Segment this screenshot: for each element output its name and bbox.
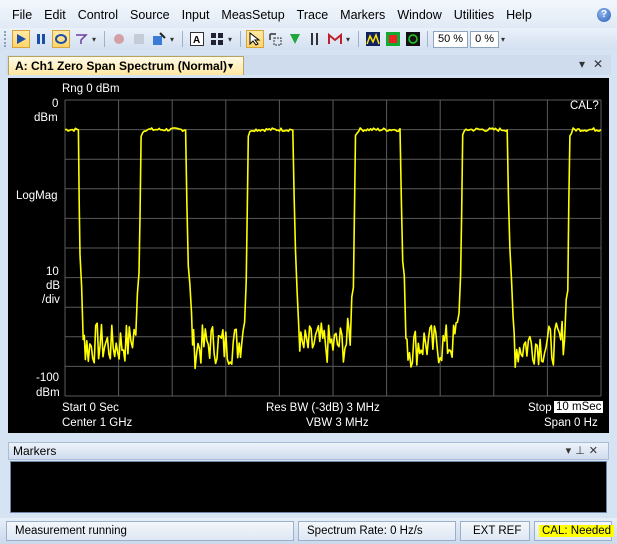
svg-text:A: A: [193, 35, 200, 46]
layout-grid-icon[interactable]: [208, 30, 226, 48]
menu-edit[interactable]: Edit: [40, 0, 74, 30]
dropdown-arrow-icon[interactable]: ▾: [501, 35, 508, 44]
pointer-icon[interactable]: [246, 30, 264, 48]
markers-panel-header: Markers ▾⊥✕: [8, 442, 609, 460]
close-icon[interactable]: ✕: [589, 445, 602, 457]
dropdown-arrow-icon[interactable]: ▾: [170, 35, 177, 44]
toolbar-separator: [104, 31, 105, 47]
dropdown-arrow-icon[interactable]: ▾: [92, 35, 99, 44]
menu-source[interactable]: Source: [126, 0, 178, 30]
panel-options-icon[interactable]: ▾: [566, 445, 576, 457]
continuous-icon[interactable]: [52, 30, 70, 48]
menu-help[interactable]: Help: [502, 0, 540, 30]
spectrum-display[interactable]: Rng 0 dBm CAL? 0 dBm LogMag 10 dB /div -…: [8, 78, 609, 433]
single-sweep-icon[interactable]: [72, 30, 90, 48]
zoom-percent-field[interactable]: 50 %: [433, 30, 469, 48]
stop-icon[interactable]: [130, 30, 148, 48]
toolbar-separator: [427, 31, 428, 47]
menu-markers[interactable]: Markers: [336, 0, 393, 30]
dropdown-arrow-icon[interactable]: ▾: [228, 35, 235, 44]
vbw-label: VBW 3 MHz: [306, 417, 369, 429]
autoscale-icon[interactable]: A: [188, 30, 206, 48]
status-spectrum-rate: Spectrum Rate: 0 Hz/s: [298, 521, 456, 541]
markers-title: Markers: [13, 444, 57, 458]
menu-bar: File Edit Control Source Input MeasSetup…: [0, 0, 617, 30]
tab-list-icon[interactable]: ▾: [579, 57, 585, 71]
percent-field[interactable]: 0 %: [470, 30, 500, 48]
menu-file[interactable]: File: [8, 0, 40, 30]
res-bw-label: Res BW (-3dB) 3 MHz: [266, 402, 380, 414]
start-label: Start 0 Sec: [62, 402, 119, 414]
menu-input[interactable]: Input: [178, 0, 218, 30]
marker-table-icon[interactable]: [326, 30, 344, 48]
calibrate-icon[interactable]: [150, 30, 168, 48]
spectrum-view-icon[interactable]: [364, 30, 382, 48]
spectrum-plot: [64, 99, 602, 397]
chevron-down-icon[interactable]: ▼: [226, 57, 235, 75]
record-icon[interactable]: [110, 30, 128, 48]
tab-ch1-zero-span-spectrum[interactable]: A: Ch1 Zero Span Spectrum (Normal) ▼: [8, 56, 244, 75]
status-ext-ref: EXT REF: [460, 521, 530, 541]
zoom-tool-icon[interactable]: [266, 30, 284, 48]
status-measurement: Measurement running: [6, 521, 294, 541]
status-bar: Measurement running Spectrum Rate: 0 Hz/…: [0, 518, 617, 544]
pause-icon[interactable]: [32, 30, 50, 48]
menu-control[interactable]: Control: [74, 0, 126, 30]
tab-title: A: Ch1 Zero Span Spectrum (Normal): [15, 59, 228, 73]
toolbar: ▾ ▾ A ▾ ▾ 50 % 0 % ▾: [0, 28, 617, 50]
toolbar-separator: [182, 31, 183, 47]
marker-peak-icon[interactable]: [286, 30, 304, 48]
markers-panel-controls: ▾⊥✕: [566, 443, 602, 459]
toolbar-grip[interactable]: [4, 31, 8, 47]
toolbar-separator: [240, 31, 241, 47]
span-label: Span 0 Hz: [544, 417, 598, 429]
cal-needed-badge: CAL: Needed: [539, 525, 615, 537]
constellation-icon[interactable]: [404, 30, 422, 48]
help-icon[interactable]: ?: [597, 8, 611, 22]
pin-icon[interactable]: ⊥: [575, 445, 589, 457]
center-label: Center 1 GHz: [62, 417, 133, 429]
marker-bars-icon[interactable]: [306, 30, 324, 48]
menu-window[interactable]: Window: [393, 0, 449, 30]
run-icon[interactable]: [12, 30, 30, 48]
dropdown-arrow-icon[interactable]: ▾: [346, 35, 353, 44]
toolbar-separator: [358, 31, 359, 47]
menu-meassetup[interactable]: MeasSetup: [217, 0, 292, 30]
menu-utilities[interactable]: Utilities: [450, 0, 502, 30]
stop-value-field[interactable]: 10 mSec: [554, 401, 604, 413]
menu-trace[interactable]: Trace: [293, 0, 337, 30]
close-icon[interactable]: ✕: [593, 57, 603, 71]
stop-label: Stop: [528, 402, 552, 414]
status-cal: CAL: Needed: [534, 521, 615, 541]
document-tab-strip: A: Ch1 Zero Span Spectrum (Normal) ▼ ▾ ✕: [6, 55, 611, 75]
spectrogram-icon[interactable]: [384, 30, 402, 48]
markers-panel-body[interactable]: [10, 461, 607, 513]
